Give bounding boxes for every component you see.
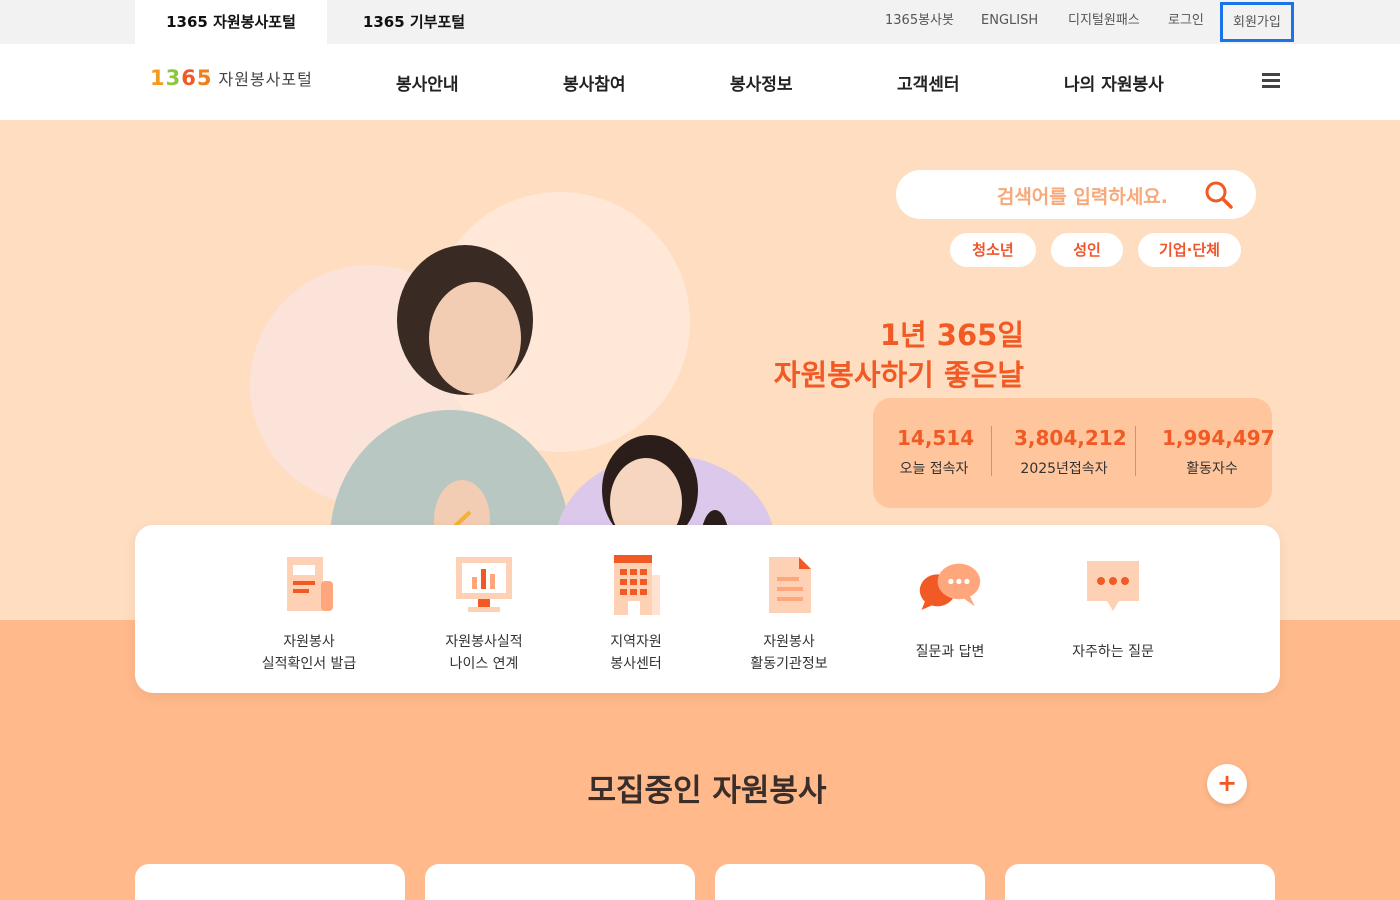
stat-active: 1,994,497 활동자수 [1162,426,1275,478]
stat-today: 14,514 오늘 접속자 [897,426,975,478]
stat-divider [991,426,992,476]
link-login[interactable]: 로그인 [1168,0,1204,44]
search-input[interactable]: 검색어를 입력하세요. [997,182,1168,209]
certificate-icon [287,557,333,611]
link-digital-onepass[interactable]: 디지털원패스 [1068,0,1140,44]
slogan-line-2: 자원봉사하기 좋은날 [773,358,1024,392]
document-icon [769,557,811,613]
stat-value: 1,994,497 [1162,426,1275,450]
logo-digit: 3 [165,66,182,90]
nav-item-support[interactable]: 고객센터 [897,70,960,95]
quick-item-label: 자주하는 질문 [1072,644,1154,660]
stat-label: 오늘 접속자 [899,461,969,477]
quick-item-organization[interactable]: 자원봉사 활동기관정보 [709,553,869,675]
search-box[interactable]: 검색어를 입력하세요. [896,170,1256,219]
nav-item-info[interactable]: 봉사정보 [730,70,793,95]
utility-bar: 1365 자원봉사포털 1365 기부포털 1365봉사봇 ENGLISH 디지… [0,0,1400,44]
stat-value: 14,514 [897,426,975,450]
tab-volunteer-portal[interactable]: 1365 자원봉사포털 [135,0,327,44]
quick-item-label: 질문과 답변 [915,644,985,660]
stat-divider [1135,426,1136,476]
quick-item-faq[interactable]: 자주하는 질문 [1033,553,1193,663]
quick-item-label: 지역자원 봉사센터 [556,631,716,675]
link-volunteer-bot[interactable]: 1365봉사봇 [885,0,954,44]
volunteer-card[interactable] [425,864,695,900]
label-line: 실적확인서 발급 [261,656,357,672]
link-signup[interactable]: 회원가입 [1220,2,1294,42]
slogan-line-1: 1년 365일 [879,318,1024,352]
hero-slogan: 1년 365일 자원봉사하기 좋은날 [774,315,1024,395]
search-icon[interactable] [1204,180,1234,210]
building-icon [614,555,660,615]
stat-label: 2025년접속자 [1020,461,1108,477]
stat-year: 3,804,212 2025년접속자 [1014,426,1127,478]
logo-text: 자원봉사포털 [218,70,313,89]
nav-item-my-volunteer[interactable]: 나의 자원봉사 [1064,70,1164,95]
quick-item-label: 자원봉사실적 나이스 연계 [404,631,564,675]
label-line: 나이스 연계 [449,656,519,672]
label-line: 자원봉사실적 [445,634,523,650]
visitor-stats: 14,514 오늘 접속자 3,804,212 2025년접속자 1,994,4… [873,398,1275,508]
section-title-recruiting: 모집중인 자원봉사 [587,773,827,809]
quick-item-label: 자원봉사 활동기관정보 [709,631,869,675]
tag-youth[interactable]: 청소년 [950,233,1036,267]
volunteer-card[interactable] [715,864,985,900]
quick-item-certificate[interactable]: 자원봉사 실적확인서 발급 [229,553,389,675]
quick-item-center[interactable]: 지역자원 봉사센터 [556,553,716,675]
logo-digit: 5 [196,66,213,90]
nav-item-participate[interactable]: 봉사참여 [563,70,626,95]
quick-item-qna[interactable]: 질문과 답변 [870,553,1030,663]
label-line: 활동기관정보 [750,656,828,672]
chat-bubbles-icon [919,563,981,610]
label-line: 지역자원 [610,634,662,650]
tag-organization[interactable]: 기업·단체 [1138,233,1241,267]
logo-digit: 1 [150,66,166,90]
stat-value: 3,804,212 [1014,426,1127,450]
nav-item-guide[interactable]: 봉사안내 [396,70,459,95]
more-button[interactable]: + [1207,764,1247,804]
monitor-chart-icon [456,557,512,612]
label-line: 자원봉사 [763,634,815,650]
tab-donation-portal[interactable]: 1365 기부포털 [330,0,498,44]
link-english[interactable]: ENGLISH [981,0,1038,44]
quick-item-neis[interactable]: 자원봉사실적 나이스 연계 [404,553,564,675]
main-nav: 1365 자원봉사포털 봉사안내 봉사참여 봉사정보 고객센터 나의 자원봉사 [0,44,1400,120]
quick-menu: 자원봉사 실적확인서 발급 자원봉사실적 나이스 연계 지역자원 봉사센터 자원… [135,525,1280,693]
site-logo[interactable]: 1365 자원봉사포털 [150,66,313,96]
faq-bubble-icon [1087,561,1139,611]
label-line: 봉사센터 [610,656,662,672]
stat-label: 활동자수 [1186,461,1238,477]
logo-digit: 6 [181,66,197,90]
volunteer-card[interactable] [135,864,405,900]
volunteer-card[interactable] [1005,864,1275,900]
quick-item-label: 자원봉사 실적확인서 발급 [229,631,389,675]
logo-number: 1365 [150,66,213,90]
label-line: 자원봉사 [283,634,335,650]
tag-adult[interactable]: 성인 [1051,233,1123,267]
hamburger-menu-icon[interactable] [1262,73,1280,89]
